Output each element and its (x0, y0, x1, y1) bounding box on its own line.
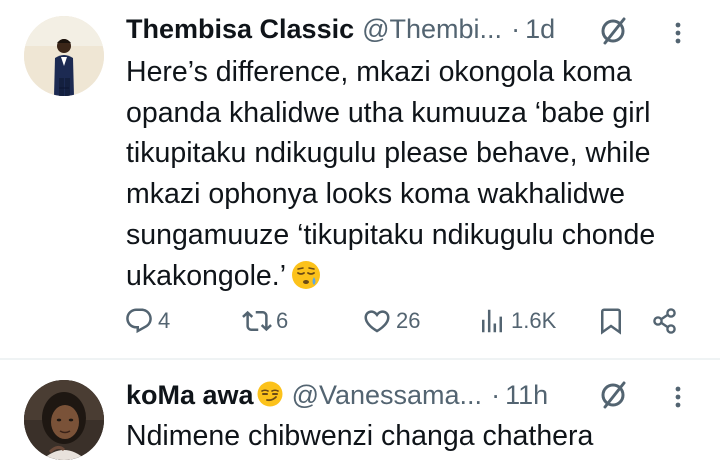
grok-icon[interactable] (597, 378, 631, 412)
reply-icon (126, 308, 152, 334)
user-handle[interactable]: @Thembi... (362, 12, 502, 46)
views-button[interactable]: 1.6K (477, 306, 556, 336)
share-button[interactable] (650, 306, 680, 336)
like-button[interactable]: 26 (362, 306, 420, 336)
display-name[interactable]: koMa awa (126, 378, 284, 412)
timestamp[interactable]: 11h (505, 378, 548, 412)
display-name[interactable]: Thembisa Classic (126, 12, 354, 46)
tweet[interactable]: koMa awa @Vanessama... · 11h Ndimene chi… (0, 360, 720, 465)
avatar[interactable] (24, 380, 104, 460)
analytics-icon (482, 309, 502, 333)
view-count: 1.6K (511, 308, 557, 333)
timestamp[interactable]: 1d (525, 12, 555, 46)
heart-icon (364, 310, 390, 333)
bookmark-icon (601, 308, 621, 335)
separator-dot: · (511, 14, 521, 44)
user-handle[interactable]: @Vanessama... (292, 378, 483, 412)
retweet-count: 6 (276, 308, 289, 333)
retweet-icon (242, 310, 272, 332)
bookmark-button[interactable] (596, 306, 626, 336)
reply-count: 4 (158, 308, 171, 333)
more-options-icon[interactable] (668, 380, 688, 414)
tweet-actions: 4 6 26 1.6K (0, 306, 720, 342)
tweet-text: Ndimene chibwenzi changa chathera (126, 420, 594, 452)
retweet-button[interactable]: 6 (242, 306, 288, 336)
avatar[interactable] (24, 16, 104, 96)
tweet-text: Here’s difference, mkazi okongola koma o… (126, 56, 656, 292)
smirking-face-emoji (256, 380, 284, 408)
grok-icon[interactable] (597, 14, 631, 48)
reply-button[interactable]: 4 (124, 306, 170, 336)
more-options-icon[interactable] (668, 16, 688, 50)
tweet[interactable]: Thembisa Classic @Thembi... · 1d Here’s … (0, 0, 720, 358)
separator-dot: · (491, 380, 501, 410)
like-count: 26 (396, 308, 421, 333)
share-icon (653, 308, 676, 334)
sleepy-face-emoji (290, 259, 322, 291)
